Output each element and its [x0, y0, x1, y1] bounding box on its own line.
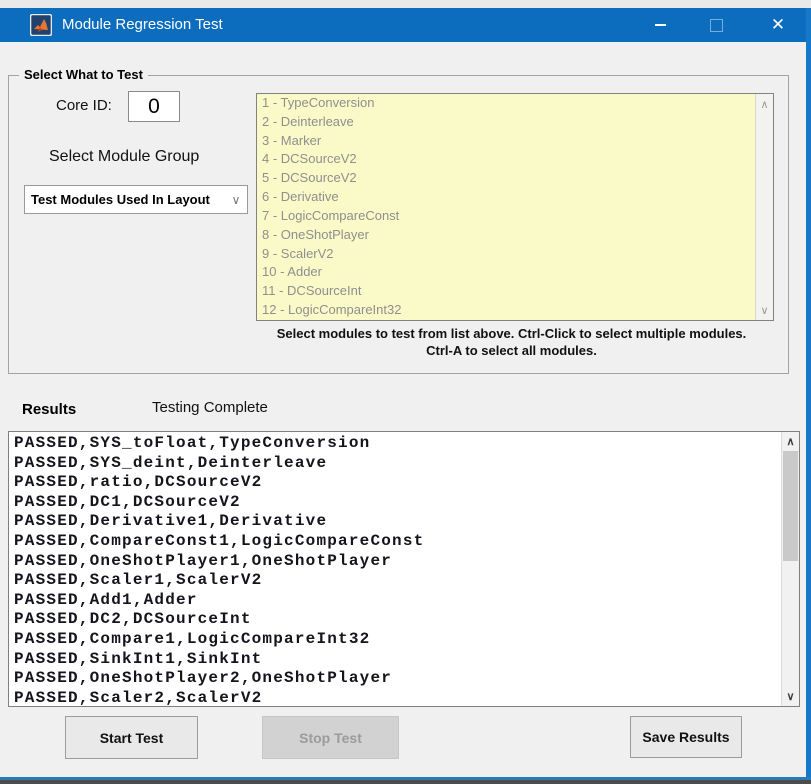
close-button[interactable]: ✕	[754, 8, 802, 42]
module-regression-test-window: Module Regression Test ✕ Select What to …	[0, 0, 811, 784]
maximize-button[interactable]	[692, 8, 740, 42]
result-line: PASSED,SinkInt1,SinkInt	[14, 650, 779, 670]
start-test-button[interactable]: Start Test	[65, 716, 198, 759]
results-lines: PASSED,SYS_toFloat,TypeConversion PASSED…	[14, 434, 779, 707]
status-text: Testing Complete	[152, 399, 268, 416]
result-line: PASSED,Scaler1,ScalerV2	[14, 571, 779, 591]
titlebar[interactable]: Module Regression Test ✕	[0, 8, 811, 42]
result-line: PASSED,Add1,Adder	[14, 591, 779, 611]
save-results-button[interactable]: Save Results	[630, 716, 742, 758]
results-label: Results	[22, 401, 76, 418]
module-list-item[interactable]: 2 - Deinterleave	[257, 113, 773, 132]
stop-test-button[interactable]: Stop Test	[262, 716, 399, 759]
result-line: PASSED,Scaler2,ScalerV2	[14, 689, 779, 707]
module-list-item[interactable]: 3 - Marker	[257, 132, 773, 151]
module-list-item[interactable]: 12 - LogicCompareInt32	[257, 301, 773, 320]
window-top-edge	[0, 0, 811, 8]
module-list-item[interactable]: 8 - OneShotPlayer	[257, 226, 773, 245]
module-list-scrollbar[interactable]: ∧ ∨	[755, 94, 773, 320]
module-group-select[interactable]: Test Modules Used In Layout ∨	[24, 185, 248, 214]
help-line-1: Select modules to test from list above. …	[239, 325, 784, 342]
matlab-icon	[30, 14, 52, 36]
close-icon: ✕	[771, 15, 785, 35]
result-line: PASSED,SYS_toFloat,TypeConversion	[14, 434, 779, 454]
module-list-item[interactable]: 7 - LogicCompareConst	[257, 207, 773, 226]
result-line: PASSED,SYS_deint,Deinterleave	[14, 454, 779, 474]
module-group-label: Select Module Group	[49, 148, 199, 166]
module-select-help: Select modules to test from list above. …	[239, 325, 784, 359]
select-what-to-test-group: Select What to Test Core ID: Select Modu…	[8, 75, 789, 374]
result-line: PASSED,DC1,DCSourceV2	[14, 493, 779, 513]
window-title: Module Regression Test	[62, 16, 223, 33]
module-list-item[interactable]: 5 - DCSourceV2	[257, 169, 773, 188]
result-line: PASSED,DC2,DCSourceInt	[14, 610, 779, 630]
scroll-down-icon[interactable]: ∨	[782, 688, 799, 705]
maximize-icon	[710, 19, 723, 32]
module-list-item[interactable]: 10 - Adder	[257, 263, 773, 282]
scroll-up-icon[interactable]: ∧	[756, 96, 773, 112]
minimize-button[interactable]	[636, 8, 684, 42]
module-list-item[interactable]: 6 - Derivative	[257, 188, 773, 207]
background-strip	[0, 780, 811, 784]
module-group-selected-value: Test Modules Used In Layout	[25, 192, 225, 207]
result-line: PASSED,Compare1,LogicCompareInt32	[14, 630, 779, 650]
group-title: Select What to Test	[19, 67, 148, 82]
module-listbox[interactable]: 1 - TypeConversion 2 - Deinterleave 3 - …	[256, 93, 774, 321]
help-line-2: Ctrl-A to select all modules.	[239, 342, 784, 359]
result-line: PASSED,Derivative1,Derivative	[14, 512, 779, 532]
minimize-icon	[655, 24, 666, 26]
results-listbox[interactable]: PASSED,SYS_toFloat,TypeConversion PASSED…	[8, 431, 800, 707]
result-line: PASSED,CompareConst1,LogicCompareConst	[14, 532, 779, 552]
core-id-input[interactable]	[128, 91, 180, 122]
scrollbar-thumb[interactable]	[783, 451, 798, 561]
result-line: PASSED,ratio,DCSourceV2	[14, 473, 779, 493]
module-list-item[interactable]: 4 - DCSourceV2	[257, 150, 773, 169]
scroll-up-icon[interactable]: ∧	[782, 433, 799, 450]
window-right-edge	[806, 8, 811, 780]
scroll-down-icon[interactable]: ∨	[756, 302, 773, 318]
result-line: PASSED,OneShotPlayer2,OneShotPlayer	[14, 669, 779, 689]
chevron-down-icon: ∨	[225, 193, 247, 207]
results-scrollbar[interactable]: ∧ ∨	[781, 432, 799, 706]
result-line: PASSED,OneShotPlayer1,OneShotPlayer	[14, 552, 779, 572]
module-list-item[interactable]: 11 - DCSourceInt	[257, 282, 773, 301]
module-list-item[interactable]: 9 - ScalerV2	[257, 245, 773, 264]
core-id-label: Core ID:	[56, 97, 112, 114]
module-list-item[interactable]: 1 - TypeConversion	[257, 94, 773, 113]
